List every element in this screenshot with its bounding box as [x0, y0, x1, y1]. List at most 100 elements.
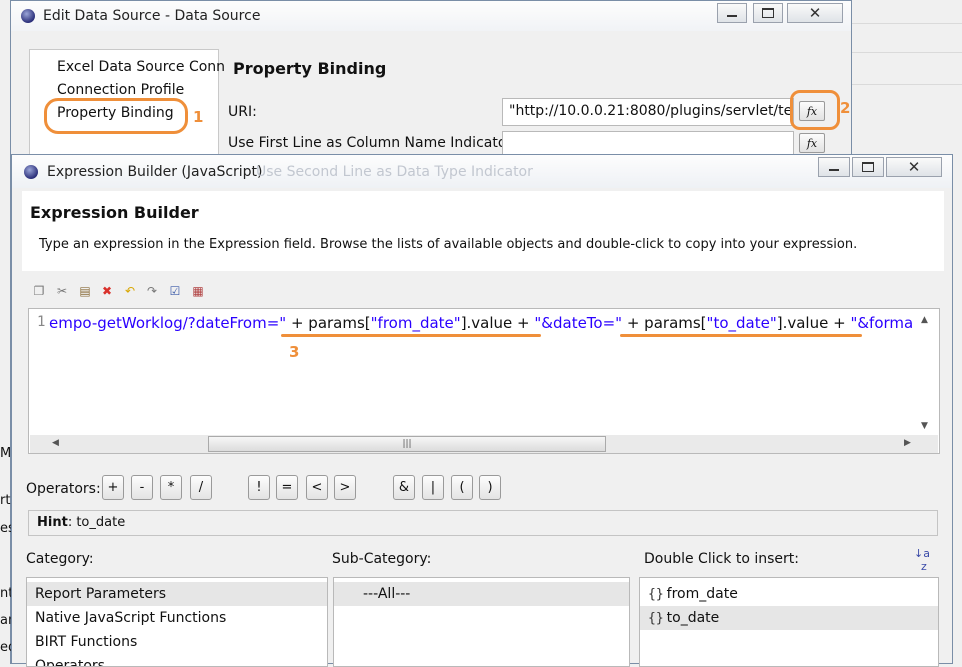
minimize-icon [829, 169, 839, 171]
minimize-icon [727, 15, 737, 17]
code-string: "from_date" [370, 314, 461, 332]
highlight-ring-2 [790, 90, 840, 130]
annotation-underline-to-date [620, 334, 862, 337]
scroll-right-arrow-icon[interactable]: ▶ [904, 438, 911, 448]
category-list[interactable]: Report Parameters Native JavaScript Func… [26, 577, 328, 667]
maximize-icon [862, 162, 874, 172]
background-text-fragment: M [0, 446, 12, 461]
operator-minus-button[interactable]: - [131, 475, 153, 500]
sort-alpha-icon[interactable]: ↓a z [914, 547, 930, 573]
list-item[interactable]: ---All--- [334, 582, 629, 606]
close-button[interactable]: ✕ [787, 3, 843, 23]
code-string: "&forma [850, 314, 914, 332]
editor-toolbar: ❐ ✂ ▤ ✖ ↶ ↷ ☑ ▦ [22, 271, 944, 309]
operator-divide-button[interactable]: / [190, 475, 212, 500]
code-token: ].value + [776, 314, 851, 332]
cut-icon[interactable]: ✂ [54, 283, 70, 299]
list-item[interactable]: Native JavaScript Functions [27, 606, 327, 630]
scrollbar-thumb[interactable]: ||| [208, 436, 606, 452]
horizontal-scrollbar[interactable]: ◀ ||| ▶ [30, 435, 938, 453]
close-icon: ✕ [808, 3, 822, 22]
scroll-left-arrow-icon[interactable]: ◀ [52, 438, 59, 448]
uri-field[interactable]: "http://10.0.0.21:8080/plugins/servlet/t… [502, 98, 794, 126]
code-string: "&dateTo=" [534, 314, 623, 332]
operators-label: Operators: [26, 481, 101, 497]
title-bar: Expression Builder (JavaScript) Use Seco… [12, 155, 952, 188]
variable-icon: {} [648, 611, 664, 626]
dialog-header: Expression Builder Type an expression in… [22, 191, 944, 271]
annotation-number-3: 3 [289, 343, 300, 361]
dialog-description: Type an expression in the Expression fie… [39, 237, 858, 252]
title-bar: Edit Data Source - Data Source ✕ [11, 1, 851, 31]
minimize-button[interactable] [818, 157, 850, 177]
redo-icon[interactable]: ↷ [144, 283, 160, 299]
insert-list[interactable]: {} from_date {} to_date [639, 577, 939, 667]
minimize-button[interactable] [717, 3, 747, 23]
annotation-number-1: 1 [193, 108, 204, 126]
validate-icon[interactable]: ☑ [167, 283, 183, 299]
copy-icon[interactable]: ❐ [31, 283, 47, 299]
code-token: + params[ [286, 314, 371, 332]
nav-item-excel-data-source[interactable]: Excel Data Source Conn [57, 59, 225, 75]
maximize-button[interactable] [852, 157, 884, 177]
code-token: + params[ [622, 314, 707, 332]
close-icon: ✕ [907, 157, 921, 176]
code-string: empo-getWorklog/?dateFrom=" [49, 314, 287, 332]
list-item[interactable]: Operators [27, 654, 327, 666]
uri-label: URI: [228, 104, 257, 120]
dialog-heading: Expression Builder [30, 203, 199, 222]
operator-open-paren-button[interactable]: ( [451, 475, 473, 500]
paste-icon[interactable]: ▤ [77, 283, 93, 299]
code-string: "to_date" [706, 314, 777, 332]
close-button[interactable]: ✕ [886, 157, 942, 177]
list-item[interactable]: Report Parameters [27, 582, 327, 606]
second-line-label-ghost: Use Second Line as Data Type Indicator [256, 164, 533, 180]
scroll-down-arrow-icon[interactable]: ▼ [921, 421, 928, 431]
maximize-button[interactable] [753, 3, 783, 23]
category-label: Category: [26, 551, 94, 567]
page-heading: Property Binding [233, 59, 387, 78]
eclipse-logo-icon [24, 165, 38, 179]
list-item[interactable]: {} from_date [640, 582, 938, 606]
code-token: ].value + [460, 314, 535, 332]
highlight-ring-1 [44, 98, 188, 134]
operator-less-than-button[interactable]: < [306, 475, 328, 500]
background-divider [852, 23, 962, 24]
operator-equals-button[interactable]: = [276, 475, 298, 500]
maximize-icon [762, 8, 774, 18]
list-item-label: from_date [666, 586, 738, 602]
expression-builder-dialog: Expression Builder (JavaScript) Use Seco… [11, 154, 953, 667]
annotation-number-2: 2 [840, 99, 851, 117]
operator-greater-than-button[interactable]: > [334, 475, 356, 500]
expression-editor[interactable]: 1 empo-getWorklog/?dateFrom=" + params["… [28, 308, 940, 454]
line-number: 1 [37, 314, 46, 330]
eclipse-logo-icon [21, 9, 35, 23]
scroll-up-arrow-icon[interactable]: ▲ [921, 315, 928, 325]
first-line-label: Use First Line as Column Name Indicator: [228, 135, 517, 151]
calendar-icon[interactable]: ▦ [190, 283, 206, 299]
first-line-expression-button[interactable]: fx [799, 133, 825, 153]
window-title: Expression Builder (JavaScript) [47, 164, 263, 180]
operator-or-button[interactable]: | [422, 475, 444, 500]
delete-icon[interactable]: ✖ [99, 283, 115, 299]
expression-code-line[interactable]: empo-getWorklog/?dateFrom=" + params["fr… [49, 314, 913, 332]
list-item[interactable]: {} to_date [640, 606, 938, 630]
window-title: Edit Data Source - Data Source [43, 8, 261, 24]
operator-close-paren-button[interactable]: ) [479, 475, 501, 500]
hint-label: Hint [37, 515, 68, 530]
subcategory-list[interactable]: ---All--- [333, 577, 630, 667]
hint-value: : to_date [67, 515, 126, 530]
operator-plus-button[interactable]: + [102, 475, 124, 500]
annotation-underline-from-date [281, 334, 541, 337]
operator-multiply-button[interactable]: * [160, 475, 182, 500]
nav-item-connection-profile[interactable]: Connection Profile [57, 82, 184, 98]
insert-label: Double Click to insert: [644, 551, 800, 567]
operator-not-button[interactable]: ! [248, 475, 270, 500]
hint-box: Hint: to_date [28, 510, 938, 536]
operator-and-button[interactable]: & [393, 475, 415, 500]
subcategory-label: Sub-Category: [332, 551, 432, 567]
list-item-label: to_date [666, 610, 720, 626]
background-divider [852, 84, 962, 85]
list-item[interactable]: BIRT Functions [27, 630, 327, 654]
undo-icon[interactable]: ↶ [122, 283, 138, 299]
